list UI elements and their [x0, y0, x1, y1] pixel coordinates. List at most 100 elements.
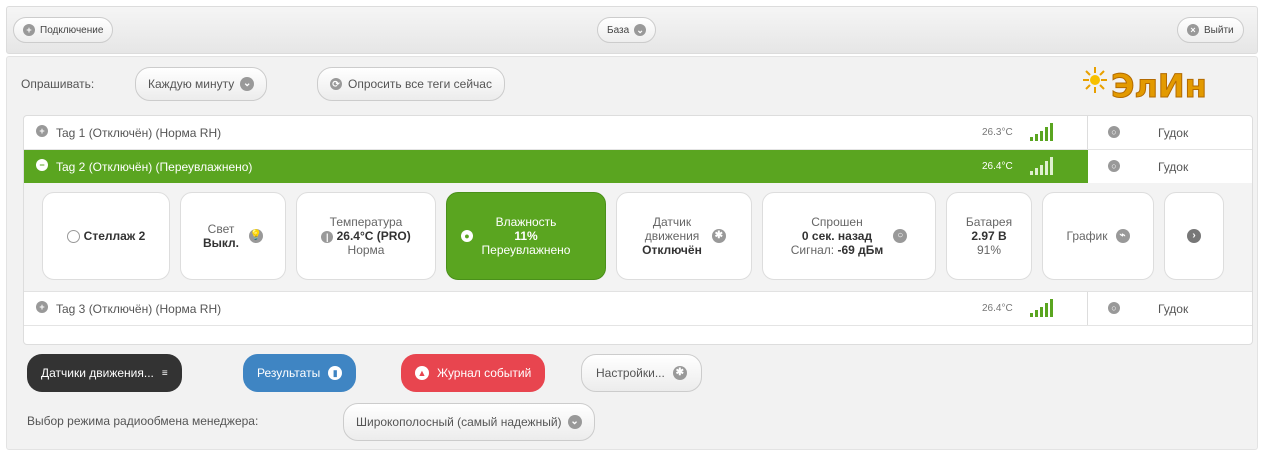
thermometer-icon: | — [321, 231, 334, 244]
logout-button[interactable]: × Выйти — [1177, 17, 1244, 43]
signal-value: -69 дБм — [837, 243, 884, 257]
tag-name: Tag 1 (Отключён) (Норма RH) — [56, 125, 222, 140]
motion-sensors-label: Датчики движения... — [41, 366, 154, 380]
beep-button[interactable]: Гудок — [1158, 126, 1188, 140]
logout-label: Выйти — [1204, 24, 1234, 36]
poll-all-label: Опросить все теги сейчас — [348, 77, 492, 91]
results-label: Результаты — [257, 366, 321, 380]
humidity-value: 11% — [514, 229, 538, 243]
shelf-card[interactable]: Стеллаж 2 — [42, 192, 170, 280]
beep-button[interactable]: Гудок — [1158, 160, 1188, 174]
connection-button[interactable]: + Подключение — [13, 17, 114, 43]
bar-chart-icon: ▮ — [328, 366, 343, 380]
chevron-down-icon: ⌄ — [634, 24, 647, 36]
battery-info: Батарея 2.97 В 91% — [966, 215, 1012, 257]
search-icon: ○ — [893, 229, 908, 243]
light-label: Свет — [207, 222, 235, 236]
base-dropdown[interactable]: База ⌄ — [597, 17, 657, 43]
settings-button[interactable]: Настройки... ✱ — [581, 354, 702, 392]
app-frame: + Подключение База ⌄ × Выйти Опрашивать:… — [0, 0, 1268, 452]
tag-name: Tag 3 (Отключён) (Норма RH) — [56, 301, 222, 316]
battery-label: Батарея — [965, 215, 1013, 229]
motion-sensors-button[interactable]: Датчики движения... ≡ — [27, 354, 182, 392]
humidity-card[interactable]: ● Влажность 11% Переувлажнено — [446, 192, 606, 280]
polled-info: Спрошен 0 сек. назад Сигнал: -69 дБм — [791, 215, 884, 257]
gear-icon: ✱ — [672, 366, 687, 380]
humidity-info: Влажность 11% Переувлажнено — [482, 215, 571, 257]
signal-bars-icon — [1030, 299, 1053, 317]
tag-row-1[interactable]: + Tag 1 (Отключён) (Норма RH) 26.3°C ○ Г… — [24, 116, 1252, 150]
plus-circle-icon: + — [23, 24, 35, 36]
motion-card[interactable]: Датчик движения Отключён ✱ — [616, 192, 752, 280]
polled-value: 0 сек. назад — [801, 229, 873, 243]
motion-value: Отключён — [642, 243, 702, 257]
poll-interval-value: Каждую минуту — [148, 77, 235, 91]
chart-icon: ⌁ — [1115, 229, 1130, 243]
results-button[interactable]: Результаты ▮ — [243, 354, 357, 392]
radio-mode-label: Выбор режима радиообмена менеджера: — [27, 414, 259, 428]
warning-icon: ▲ — [415, 366, 429, 380]
close-icon: × — [1187, 24, 1199, 36]
drop-icon: ● — [461, 230, 473, 242]
humidity-status: Переувлажнено — [481, 243, 571, 257]
chevron-down-icon: ⌄ — [567, 415, 582, 429]
polled-label: Спрошен — [811, 215, 863, 229]
row-divider — [1087, 116, 1088, 149]
poll-all-button[interactable]: ⟳ Опросить все теги сейчас — [317, 67, 505, 101]
motion-label-1: Датчик — [652, 215, 692, 229]
list-icon: ≡ — [161, 367, 168, 379]
plus-circle-icon[interactable]: + — [36, 125, 48, 137]
bulb-icon: 💡 — [249, 229, 264, 243]
main-panel: Опрашивать: Каждую минуту ⌄ ⟳ Опросить в… — [6, 56, 1258, 450]
light-card[interactable]: Свет Выкл. 💡 — [180, 192, 286, 280]
gear-icon: ✱ — [711, 229, 726, 243]
motion-info: Датчик движения Отключён — [642, 215, 702, 257]
battery-value: 2.97 В — [971, 229, 1007, 243]
top-bar: + Подключение База ⌄ × Выйти — [6, 6, 1258, 54]
light-value: Выкл. — [202, 236, 240, 250]
brand-logo: ЭлИн — [1081, 64, 1251, 106]
tag-details: Стеллаж 2 Свет Выкл. 💡 Температура | 26.… — [24, 183, 1252, 292]
battery-card[interactable]: Батарея 2.97 В 91% — [946, 192, 1032, 280]
temperature-card[interactable]: Температура | 26.4°C (PRO) Норма — [296, 192, 436, 280]
radio-icon — [66, 229, 80, 243]
chevron-right-icon: › — [1187, 229, 1201, 243]
graph-button[interactable]: График ⌁ — [1042, 192, 1154, 280]
sun-logo-icon: ЭлИн — [1083, 67, 1207, 106]
signal-bars-icon — [1030, 157, 1053, 175]
plus-circle-icon[interactable]: + — [36, 301, 48, 313]
event-log-label: Журнал событий — [437, 366, 532, 380]
tag-row-2[interactable]: − Tag 2 (Отключён) (Переувлажнено) 26.4°… — [24, 150, 1252, 184]
tag-list: + Tag 1 (Отключён) (Норма RH) 26.3°C ○ Г… — [23, 115, 1253, 345]
search-icon[interactable]: ○ — [1108, 160, 1120, 172]
signal-label: Сигнал: — [790, 243, 835, 257]
poll-label: Опрашивать: — [21, 77, 95, 91]
beep-button[interactable]: Гудок — [1158, 302, 1188, 316]
signal-bars-icon — [1030, 123, 1053, 141]
svg-text:ЭлИн: ЭлИн — [1111, 67, 1207, 104]
row-divider — [1087, 292, 1088, 325]
connection-label: Подключение — [40, 24, 104, 36]
minus-circle-icon[interactable]: − — [36, 159, 48, 171]
refresh-icon: ⟳ — [330, 78, 342, 90]
tag-row-3[interactable]: + Tag 3 (Отключён) (Норма RH) 26.4°C ○ Г… — [24, 292, 1252, 326]
temperature-info: Температура | 26.4°C (PRO) Норма — [321, 215, 411, 258]
tag-temperature: 26.4°C — [982, 161, 1013, 172]
settings-label: Настройки... — [596, 366, 665, 380]
chevron-down-icon: ⌄ — [240, 77, 255, 91]
search-icon[interactable]: ○ — [1108, 126, 1120, 138]
radio-mode-select[interactable]: Широкополосный (самый надежный) ⌄ — [343, 403, 595, 441]
shelf-name: Стеллаж 2 — [83, 229, 146, 243]
graph-label: График — [1066, 229, 1108, 243]
tag-name: Tag 2 (Отключён) (Переувлажнено) — [56, 159, 253, 174]
light-info: Свет Выкл. — [203, 222, 239, 250]
temperature-status: Норма — [347, 243, 385, 258]
battery-percent: 91% — [976, 243, 1001, 257]
poll-interval-select[interactable]: Каждую минуту ⌄ — [135, 67, 268, 101]
search-icon[interactable]: ○ — [1108, 302, 1120, 314]
motion-label-2: движения — [644, 229, 700, 243]
polled-card[interactable]: Спрошен 0 сек. назад Сигнал: -69 дБм ○ — [762, 192, 936, 280]
next-button[interactable]: › — [1164, 192, 1224, 280]
event-log-button[interactable]: ▲ Журнал событий — [401, 354, 546, 392]
humidity-label: Влажность — [495, 215, 557, 229]
